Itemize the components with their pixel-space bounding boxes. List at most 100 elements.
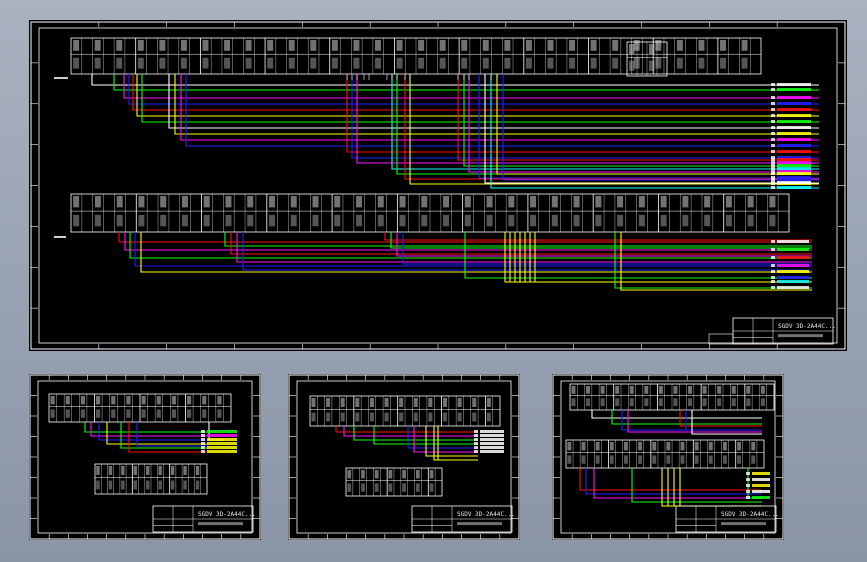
detail-3-wiring-diagram: SGDV 3D-2A44C... [552,374,784,540]
connector-strip-label-mark [428,412,433,422]
lower-connector-strip-label-mark [421,196,428,208]
upper-connector-strip-label-mark [267,40,274,51]
lower-connector-strip-label-mark [356,196,363,208]
connector-strip-label-mark [595,442,600,451]
upper-connector-strip-label-mark [655,57,662,69]
upper-connector-strip-label-mark [504,40,511,51]
lower-connector-strip-label-mark [617,196,624,208]
upper-connector-strip-label-mark [547,40,554,51]
upper-connector-strip-label-mark [331,57,338,69]
upper-connector-strip-label-mark [245,57,252,69]
upper-aux-strip-label-mark [629,60,635,71]
upper-wire-label [777,178,811,181]
wire-label [207,430,237,433]
connector-strip-label-mark [108,480,113,490]
upper-wire-label [777,161,811,164]
upper-wire-label [777,172,811,175]
connector-strip-label-mark [680,442,685,451]
connector-strip-label-mark [183,480,187,490]
upper-wire-label [777,150,811,153]
connector-strip-label-mark [183,466,187,475]
connector-strip-label-mark [133,480,137,490]
lower-connector-strip-label-mark [225,214,232,227]
wire-label-tag [474,450,478,453]
connector-strip-label-mark [170,466,175,475]
upper-connector-strip-label-mark [525,40,532,51]
connector-strip-label-mark [326,398,331,407]
upper-connector-strip-label-mark [267,57,274,69]
upper-connector-strip-label-mark [288,57,295,69]
lower-connector-strip-label-mark [399,196,406,208]
upper-connector-strip-label-mark [569,40,576,51]
lower-connector-strip-label-mark [443,214,450,227]
lower-connector-strip-label-mark [181,196,188,208]
connector-strip-label-mark [50,409,55,418]
lower-connector-strip-label-mark [160,214,167,227]
detail-sheet-3[interactable]: SGDV 3D-2A44C... [552,374,784,540]
upper-wire-label [777,181,811,184]
detail-1-wiring-diagram: SGDV 3D-2A44C... [29,374,261,540]
lower-connector-strip-label-mark [530,214,537,227]
wire-label [207,434,237,437]
lower-connector-strip-label-mark [138,196,145,208]
lower-connector-strip-label-mark [704,196,711,208]
detail-sheet-1[interactable]: SGDV 3D-2A44C... [29,374,261,540]
upper-wire-label [777,88,811,91]
drawing-frame [30,21,846,350]
connector-strip-label-mark [722,455,727,464]
upper-wire [168,74,819,129]
wire-label-tag [746,478,750,481]
connector-strip-label-mark [111,396,116,405]
detail-sheet-2[interactable]: SGDV 3D-2A44C... [288,374,520,540]
upper-connector-strip-label-mark [741,40,748,51]
lower-wire-label [777,264,809,267]
connector-strip-label-mark [170,480,175,490]
connector-strip-label-mark [80,396,86,405]
connector-strip-label-mark [486,412,491,422]
lower-wire-label [777,256,809,259]
upper-connector-strip-label-mark [137,40,144,51]
lower-connector-strip-label-mark [551,196,558,208]
connector-strip-label-mark [658,386,663,394]
connector-strip-label-mark [694,455,699,464]
connector-strip-label-mark [146,466,150,475]
upper-connector-strip-label-mark [331,40,338,51]
connector-strip-label-mark [731,398,736,407]
connector-strip-label-mark [141,409,146,418]
upper-connector-strip-label-mark [590,40,597,51]
upper-wire-label [777,132,811,135]
connector-strip-label-mark [388,483,393,492]
title-block-mark [198,522,243,526]
lower-connector-strip-label-mark [573,196,580,208]
connector-strip-label-mark [600,398,605,407]
lower-connector-strip-label-mark [660,214,667,227]
lower-connector-strip-label-mark [290,214,297,227]
title-block-mark [721,522,766,526]
upper-connector-strip-label-mark [547,57,554,69]
upper-wire [132,74,819,111]
wire-label-tag [201,430,205,433]
connector-strip-label-mark [311,398,316,407]
wire [579,468,762,491]
connector-strip-label-mark [722,442,727,451]
lower-wire-label-tag [771,240,775,243]
connector-strip-label-mark [141,396,146,405]
wire-label [480,450,504,453]
connector-strip-label-mark [355,412,360,422]
upper-connector-strip-label-mark [353,40,360,51]
lower-connector-strip-label-mark [486,214,493,227]
lower-connector-strip-label-mark [682,196,689,208]
main-wiring-sheet[interactable]: SGDV 3D-2A44C... [29,20,847,351]
main-wiring-diagram: SGDV 3D-2A44C... [30,21,846,350]
upper-wire-label-tag [771,167,775,170]
lower-connector-strip-label-mark [312,196,319,208]
upper-connector-strip-label-mark [482,40,489,51]
detail-2-wiring-diagram: SGDV 3D-2A44C... [288,374,520,540]
connector-strip-label-mark [347,470,352,479]
revision-box [708,333,734,345]
wire [90,422,207,437]
connector-strip-label-mark [171,396,177,405]
upper-wire-label-tag [771,178,775,181]
upper-wire [128,74,819,105]
lower-connector-strip-label-mark [116,196,123,208]
